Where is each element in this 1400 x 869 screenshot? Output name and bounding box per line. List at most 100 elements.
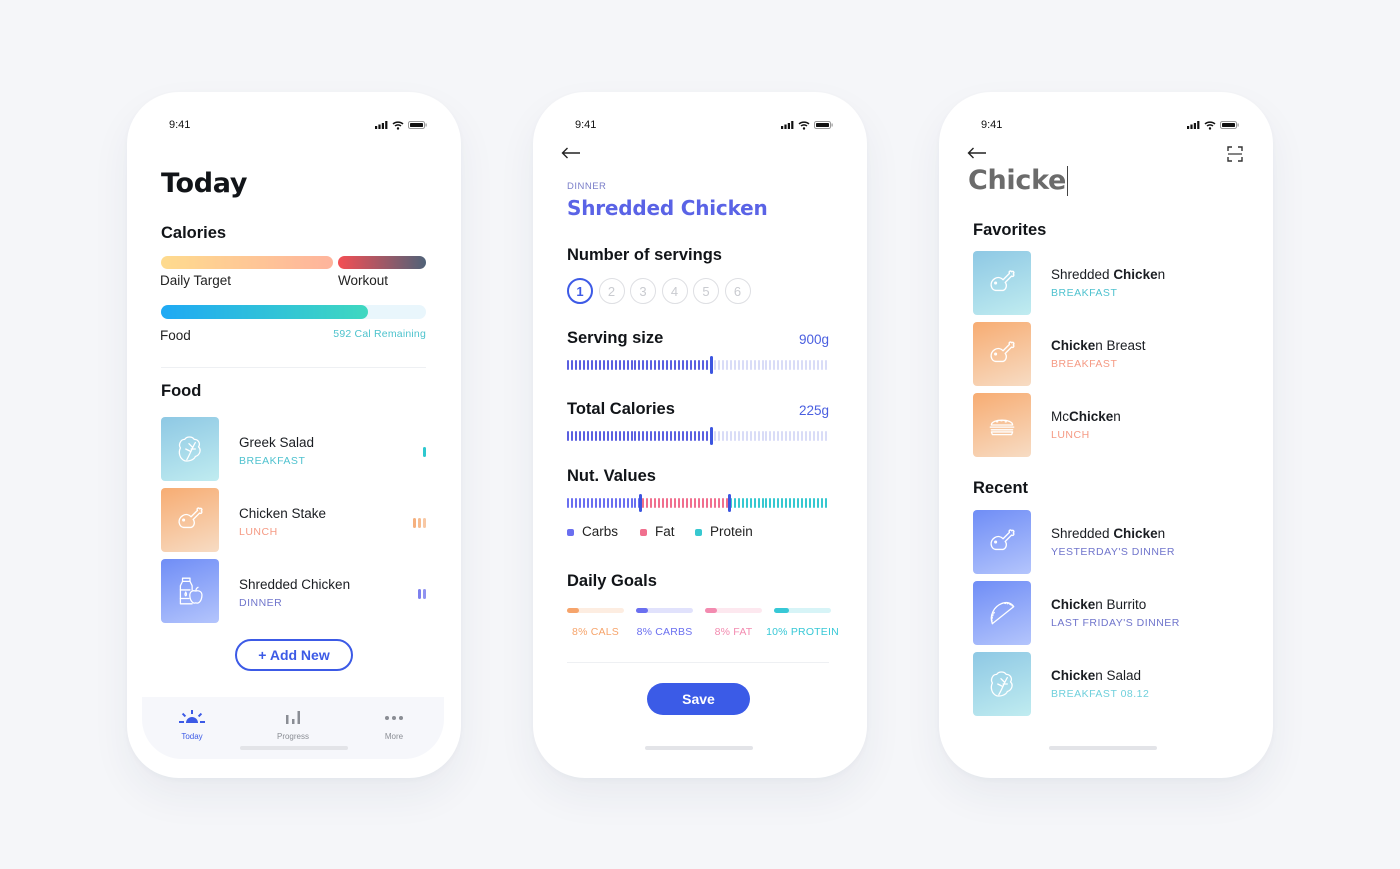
slider-tick: [590, 360, 593, 370]
slider-handle[interactable]: [639, 494, 643, 512]
slider-tick: [745, 360, 748, 370]
result-name[interactable]: Chicken Salad: [1051, 668, 1141, 683]
slider-tick: [729, 431, 732, 441]
serving-option-4[interactable]: 4: [661, 278, 688, 304]
slider-tick: [626, 498, 629, 508]
slider-tick: [666, 360, 669, 370]
food-item-name[interactable]: Greek Salad: [239, 435, 314, 450]
result-name[interactable]: McChicken: [1051, 409, 1121, 424]
slider-tick: [721, 431, 724, 441]
result-name-suffix: n Burrito: [1095, 597, 1147, 612]
slider-tick: [825, 431, 828, 441]
serving-option-6[interactable]: 6: [724, 278, 751, 304]
slider-tick: [614, 431, 617, 441]
result-thumbnail[interactable]: [973, 652, 1031, 716]
status-time: 9:41: [981, 119, 1003, 131]
result-name[interactable]: Chicken Breast: [1051, 338, 1146, 353]
slider-tick: [694, 498, 697, 508]
slider-tick: [666, 431, 669, 441]
slider-tick: [717, 498, 720, 508]
tab-more[interactable]: More: [366, 709, 422, 741]
portion-bar: [413, 518, 416, 528]
search-input[interactable]: Chicke: [968, 165, 1069, 196]
slider-tick: [817, 360, 820, 370]
serving-option-1[interactable]: 1: [567, 278, 593, 304]
tab-today[interactable]: Today: [164, 709, 220, 741]
slider-tick: [821, 360, 824, 370]
slider-tick: [630, 431, 633, 441]
slider-tick: [582, 498, 585, 508]
goal-bar: [774, 608, 831, 613]
food-thumbnail[interactable]: [161, 488, 219, 552]
food-thumbnail[interactable]: [161, 417, 219, 481]
slider-tick: [793, 431, 796, 441]
food-heading: Food: [161, 382, 202, 400]
serving-option-5[interactable]: 5: [693, 278, 719, 304]
food-thumbnail[interactable]: [161, 559, 219, 623]
slider-tick: [570, 360, 573, 370]
slider-tick: [801, 498, 804, 508]
slider-tick: [769, 431, 772, 441]
result-thumbnail[interactable]: [973, 251, 1031, 315]
bottle-apple-icon: [179, 577, 203, 605]
servings-heading: Number of servings: [567, 246, 722, 264]
slider-tick: [686, 431, 689, 441]
slider-tick: [594, 498, 597, 508]
serving-size-slider[interactable]: [567, 356, 829, 374]
back-arrow-icon[interactable]: [561, 147, 581, 159]
slider-tick: [694, 360, 697, 370]
save-button[interactable]: Save: [647, 683, 750, 715]
result-name-suffix: n Breast: [1095, 338, 1146, 353]
serving-option-2[interactable]: 2: [598, 278, 625, 304]
slider-tick: [582, 360, 585, 370]
slider-handle[interactable]: [710, 356, 714, 374]
legend-dot: [640, 529, 647, 536]
slider-tick: [793, 360, 796, 370]
slider-tick: [741, 498, 744, 508]
result-name[interactable]: Shredded Chicken: [1051, 267, 1165, 282]
food-item-name[interactable]: Shredded Chicken: [239, 577, 350, 592]
result-name[interactable]: Shredded Chicken: [1051, 526, 1165, 541]
nut-values-slider[interactable]: [567, 494, 829, 512]
portion-bar: [423, 447, 426, 457]
result-thumbnail[interactable]: [973, 581, 1031, 645]
slider-tick: [622, 498, 625, 508]
slider-tick: [570, 431, 573, 441]
add-new-button[interactable]: + Add New: [235, 639, 353, 671]
total-calories-slider[interactable]: [567, 427, 829, 445]
slider-tick: [606, 431, 609, 441]
result-meal: BREAKFAST: [1051, 358, 1118, 370]
slider-tick: [797, 498, 800, 508]
status-bar: 9:41: [981, 118, 1239, 132]
slider-tick: [781, 431, 784, 441]
result-thumbnail[interactable]: [973, 393, 1031, 457]
slider-tick: [690, 431, 693, 441]
slider-tick: [757, 360, 760, 370]
slider-tick: [813, 431, 816, 441]
slider-tick: [753, 498, 756, 508]
tab-progress[interactable]: Progress: [265, 709, 321, 741]
result-name-suffix: n: [1157, 526, 1166, 541]
calories-heading: Calories: [161, 224, 227, 242]
slider-tick: [825, 360, 828, 370]
goal-bar: [567, 608, 624, 613]
serving-option-3[interactable]: 3: [630, 278, 656, 304]
result-name-match: Chicke: [1113, 526, 1158, 541]
tab-progress-label: Progress: [276, 732, 309, 741]
scan-icon[interactable]: [1227, 146, 1243, 162]
slider-tick: [646, 498, 649, 508]
back-arrow-icon[interactable]: [967, 147, 987, 159]
slider-tick: [809, 360, 812, 370]
result-thumbnail[interactable]: [973, 322, 1031, 386]
result-name[interactable]: Chicken Burrito: [1051, 597, 1146, 612]
result-thumbnail[interactable]: [973, 510, 1031, 574]
battery-icon: [408, 121, 427, 129]
food-item-name[interactable]: Chicken Stake: [239, 506, 326, 521]
slider-handle[interactable]: [710, 427, 714, 445]
slider-tick: [662, 498, 665, 508]
slider-tick: [682, 360, 685, 370]
slider-tick: [769, 360, 772, 370]
slider-tick: [586, 431, 589, 441]
slider-tick: [733, 431, 736, 441]
slider-handle[interactable]: [728, 494, 732, 512]
